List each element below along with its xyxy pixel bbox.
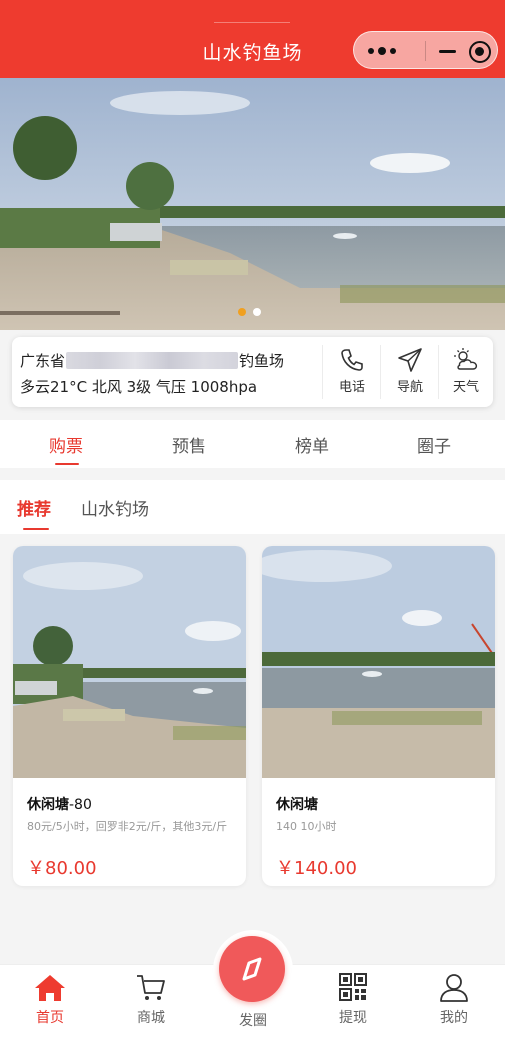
main-tabs: 购票 预售 榜单 圈子 [0, 420, 505, 468]
top-navigation-bar: 山水钓鱼场 [0, 0, 505, 78]
card-description: 80元/5小时，回罗非2元/斤，其他3元/斤 [27, 820, 228, 833]
category-tabs: 推荐 山水钓场 [0, 480, 505, 534]
card-title: 休闲塘-80 [27, 797, 92, 813]
phone-button[interactable]: 电话 [324, 345, 380, 401]
close-target-icon[interactable] [469, 41, 491, 63]
nav-home[interactable]: 首页 [15, 973, 85, 1027]
phone-icon [341, 349, 363, 371]
banner-image [0, 78, 505, 330]
cart-icon [137, 975, 165, 1000]
home-icon [35, 975, 65, 1001]
venue-name: 广东省 钓鱼场 [20, 352, 285, 370]
active-tab-indicator [55, 463, 79, 465]
weather-summary: 多云21°C 北风 3级 气压 1008hpa [20, 378, 258, 396]
nav-mine[interactable]: 我的 [419, 973, 489, 1027]
product-card[interactable]: 休闲塘-80 80元/5小时，回罗非2元/斤，其他3元/斤 ￥80.00 [13, 546, 246, 886]
tab-presale[interactable]: 预售 [139, 432, 239, 457]
active-subtab-indicator [23, 528, 49, 530]
tab-circle[interactable]: 圈子 [384, 432, 484, 457]
venue-info-card: 广东省 钓鱼场 多云21°C 北风 3级 气压 1008hpa 电话 导航 天气 [12, 337, 493, 407]
banner-carousel[interactable] [0, 78, 505, 330]
subtab-shanshui[interactable]: 山水钓场 [81, 495, 149, 520]
weather-button[interactable]: 天气 [438, 345, 494, 401]
qrcode-icon [339, 973, 367, 1001]
user-icon [440, 974, 468, 1002]
carousel-dot-2[interactable] [253, 308, 261, 316]
more-icon[interactable] [368, 44, 398, 58]
post-button[interactable] [219, 936, 285, 1002]
tab-tickets[interactable]: 购票 [16, 432, 116, 465]
card-price: ￥80.00 [27, 858, 97, 879]
navigation-icon [398, 348, 422, 372]
nav-mall[interactable]: 商城 [116, 973, 186, 1027]
navigation-button[interactable]: 导航 [382, 345, 438, 401]
card-description: 140 10小时 [276, 820, 337, 833]
carousel-dot-1[interactable] [238, 308, 246, 316]
nav-withdraw[interactable]: 提现 [318, 973, 388, 1027]
redacted-text [66, 352, 239, 369]
tab-ranking[interactable]: 榜单 [262, 432, 362, 457]
compass-icon [242, 957, 262, 981]
weather-icon [454, 348, 478, 370]
nav-post-label: 发圈 [239, 1013, 267, 1029]
status-notch [214, 22, 290, 23]
product-image [13, 546, 246, 778]
mini-program-capsule [353, 31, 498, 69]
minimize-icon[interactable] [437, 41, 459, 61]
product-image [262, 546, 495, 778]
carousel-indicator [237, 307, 267, 317]
product-card[interactable]: 休闲塘 140 10小时 ￥140.00 [262, 546, 495, 886]
subtab-recommended[interactable]: 推荐 [17, 495, 51, 530]
card-title: 休闲塘 [276, 797, 318, 813]
card-price: ￥140.00 [276, 858, 357, 879]
